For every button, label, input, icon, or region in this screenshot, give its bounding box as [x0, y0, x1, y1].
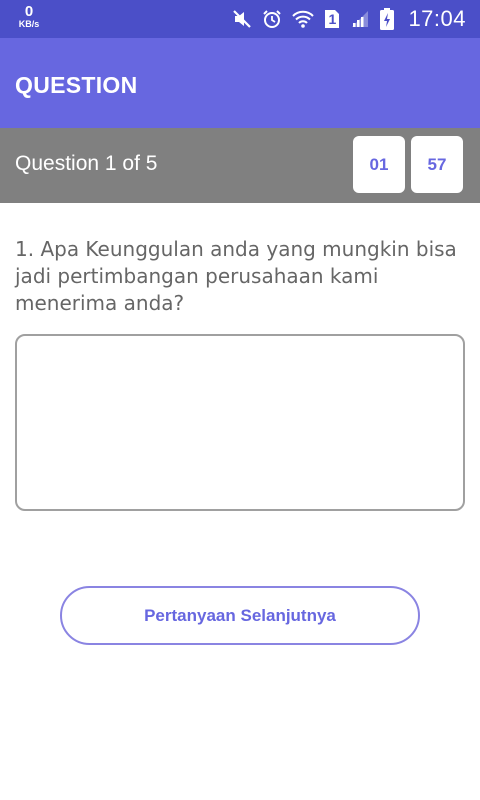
signal-icon	[350, 9, 370, 29]
answer-input[interactable]	[15, 334, 465, 511]
timer-minutes: 01	[353, 136, 405, 193]
status-clock: 17:04	[408, 6, 466, 31]
wifi-icon	[292, 9, 315, 29]
mute-icon	[232, 9, 252, 29]
question-header: Question 1 of 5	[0, 128, 480, 203]
alarm-icon	[262, 9, 282, 29]
question-counter: Question 1 of 5	[15, 152, 158, 175]
network-speed-indicator: 0 KB/s	[16, 4, 42, 29]
status-icons: 1 17:04	[232, 0, 466, 38]
app-bar: QUESTION	[0, 38, 480, 128]
battery-charging-icon	[380, 8, 395, 30]
timer-seconds: 57	[411, 136, 463, 193]
network-speed-value: 0	[24, 3, 34, 20]
status-bar: 0 KB/s 1 17:04	[0, 0, 480, 38]
sim-1-label: 1	[328, 11, 337, 27]
app-title: QUESTION	[15, 72, 138, 98]
network-speed-unit: KB/s	[18, 19, 40, 29]
sim-1-icon: 1	[324, 9, 340, 29]
question-text: 1. Apa Keunggulan anda yang mungkin bisa…	[15, 237, 457, 315]
next-question-button[interactable]: Pertanyaan Selanjutnya	[60, 586, 420, 645]
